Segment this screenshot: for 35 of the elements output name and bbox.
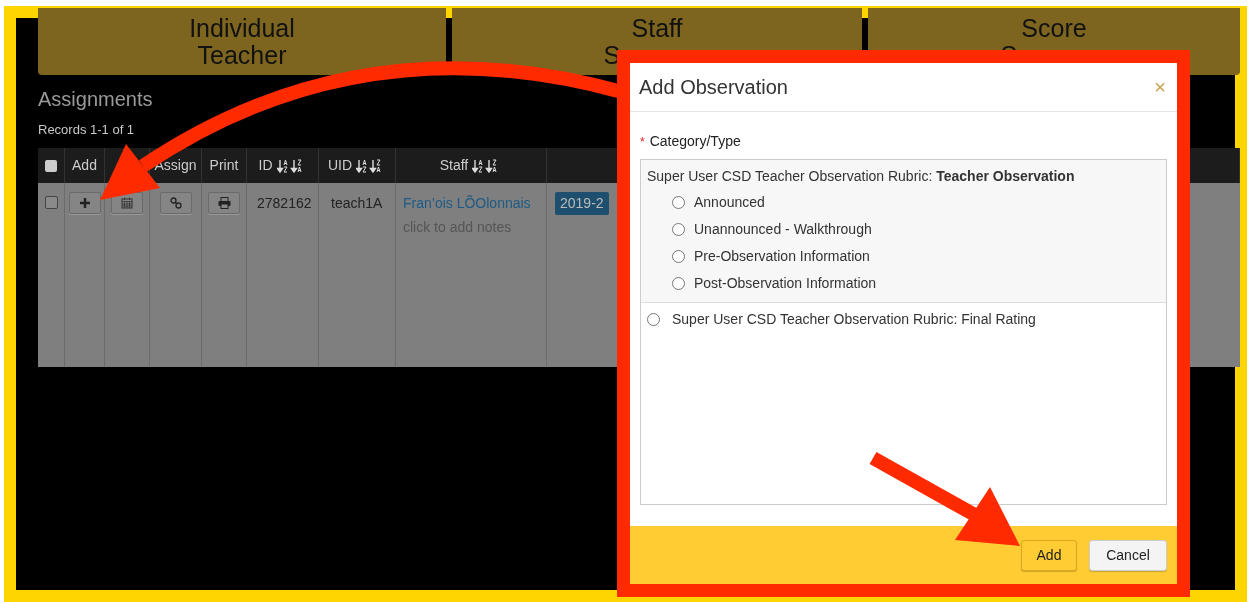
option-label[interactable]: Announced [694,193,765,212]
plus-icon [79,198,90,208]
required-mark: * [640,133,645,151]
field-label: Category/Type [649,132,741,151]
records-count: Records 1-1 of 1 [38,122,136,138]
radio-button[interactable] [647,313,660,326]
header-label: UID [327,156,353,175]
cancel-button[interactable]: Cancel [1089,539,1167,571]
calendar-icon [121,197,133,209]
row-checkbox[interactable] [44,196,58,209]
option-label[interactable]: Unannounced - Walkthrough [694,220,872,239]
option-label[interactable]: Super User CSD Teacher Observation Rubric: Final Rating [672,309,1036,330]
assign-button[interactable] [159,192,192,214]
radio-button[interactable] [672,196,685,209]
option-label[interactable]: Pre-Observation Information [694,247,870,266]
modal-title: Add Observation [639,75,788,100]
select-all-checkbox[interactable] [45,159,57,172]
header-label: Print [209,156,239,175]
add-button[interactable] [68,192,101,214]
link-icon [169,197,182,209]
header-label: Staff [439,156,469,175]
radio-button[interactable] [672,250,685,263]
period-badge: 2019-2 [555,192,609,215]
radio-button[interactable] [672,223,685,236]
table-cell: teach1A [331,195,383,211]
print-icon [217,197,231,209]
radio-button[interactable] [672,277,685,290]
print-button[interactable] [208,192,240,214]
header-label: ID [258,156,273,175]
group-heading: Super User CSD Teacher Observation Rubric: Teacher Observation [646,167,1076,186]
add-button[interactable]: Add [1021,539,1077,571]
table-cell: 2782162 [257,195,312,211]
header-label: Add [72,156,97,175]
section-title: Assignments [38,87,153,111]
option-label[interactable]: Post-Observation Information [694,274,877,293]
